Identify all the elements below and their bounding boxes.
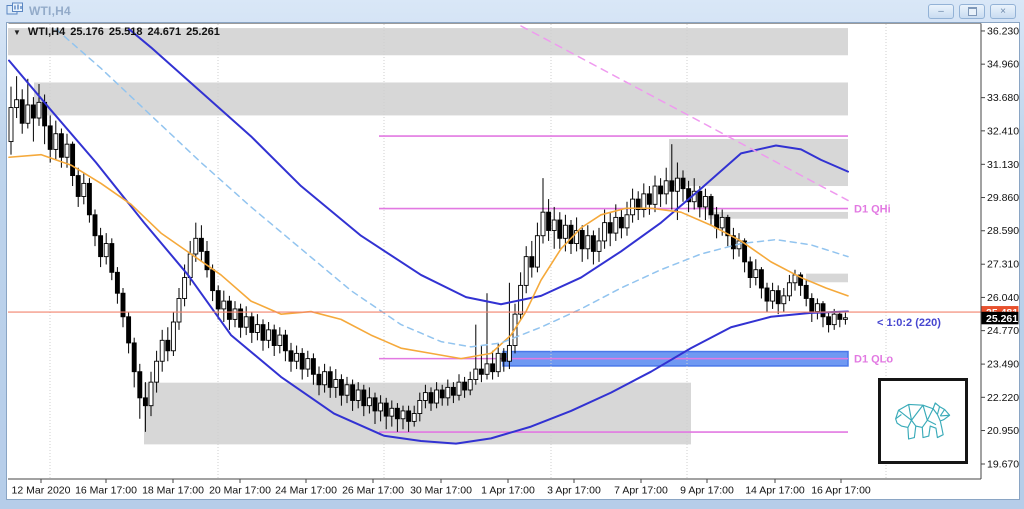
svg-text:16 Mar 17:00: 16 Mar 17:00 [75,485,137,497]
close-icon: × [1000,7,1006,17]
svg-text:16 Apr 17:00: 16 Apr 17:00 [811,485,871,497]
restore-button[interactable] [959,4,985,19]
svg-text:18 Mar 17:00: 18 Mar 17:00 [142,485,204,497]
svg-text:26.040: 26.040 [987,292,1019,304]
window-title: WTI,H4 [29,4,71,18]
svg-text:31.130: 31.130 [987,159,1019,171]
time-axis[interactable]: 12 Mar 2020 16 Mar 17:00 18 Mar 17:00 20 Ma… [8,479,981,497]
annotation-label: D1 QLo [854,354,893,366]
window-controls: – × [928,4,1016,19]
svg-text:24 Mar 17:00: 24 Mar 17:00 [275,485,337,497]
ohlc-header: ▼ WTI,H4 25.176 25.518 24.671 25.261 [13,26,220,38]
ma-dashed-lightblue [56,29,848,347]
svg-text:12 Mar 2020: 12 Mar 2020 [12,485,71,497]
svg-text:33.680: 33.680 [987,92,1019,104]
svg-text:19.670: 19.670 [987,459,1019,471]
bear-logo-icon [887,389,959,453]
svg-text:20 Mar 17:00: 20 Mar 17:00 [209,485,271,497]
symbol-dropdown-icon[interactable]: ▼ [13,28,21,37]
ohlc-high: 25.518 [109,26,143,38]
svg-text:24.770: 24.770 [987,325,1019,337]
svg-text:36.230: 36.230 [987,25,1019,37]
window-titlebar[interactable]: WTI,H4 – × [0,0,1024,22]
svg-text:27.310: 27.310 [987,259,1019,271]
minimize-button[interactable]: – [928,4,954,19]
candles-layer [9,76,847,432]
bear-logo-box [878,378,968,464]
svg-text:7 Apr 17:00: 7 Apr 17:00 [614,485,668,497]
svg-text:9 Apr 17:00: 9 Apr 17:00 [680,485,734,497]
annotation-label: < 1:0:2 (220) [877,317,941,329]
svg-text:29.860: 29.860 [987,192,1019,204]
ohlc-low: 24.671 [148,26,182,38]
svg-text:1 Apr 17:00: 1 Apr 17:00 [481,485,535,497]
annotations-layer: D1 QHi D1 QLo < 1:0:2 (220) [854,204,941,366]
annotation-label: D1 QHi [854,204,891,216]
svg-text:22.220: 22.220 [987,392,1019,404]
svg-text:26 Mar 17:00: 26 Mar 17:00 [342,485,404,497]
svg-text:3 Apr 17:00: 3 Apr 17:00 [547,485,601,497]
ohlc-symbol: WTI,H4 [28,26,65,38]
svg-text:30 Mar 17:00: 30 Mar 17:00 [410,485,472,497]
price-badges: 25.48125.261 [982,306,1019,325]
close-button[interactable]: × [990,4,1016,19]
candlestick-chart[interactable]: 36.230 34.960 33.680 32.410 31.130 29.860 28.5… [7,23,1019,499]
ohlc-close: 25.261 [186,26,220,38]
svg-text:20.950: 20.950 [987,425,1019,437]
svg-text:34.960: 34.960 [987,59,1019,71]
chart-window-icon [6,2,24,21]
svg-text:23.490: 23.490 [987,359,1019,371]
svg-text:25.261: 25.261 [986,313,1018,325]
svg-text:28.590: 28.590 [987,225,1019,237]
restore-icon [968,7,977,16]
ohlc-open: 25.176 [70,26,104,38]
chart-client-area: 36.230 34.960 33.680 32.410 31.130 29.860 28.5… [6,22,1020,500]
minimize-icon: – [938,7,944,17]
chart-window: WTI,H4 – × 36.230 34.960 33.680 32.410 31.13… [0,0,1024,509]
svg-text:32.410: 32.410 [987,125,1019,137]
svg-text:14 Apr 17:00: 14 Apr 17:00 [745,485,805,497]
